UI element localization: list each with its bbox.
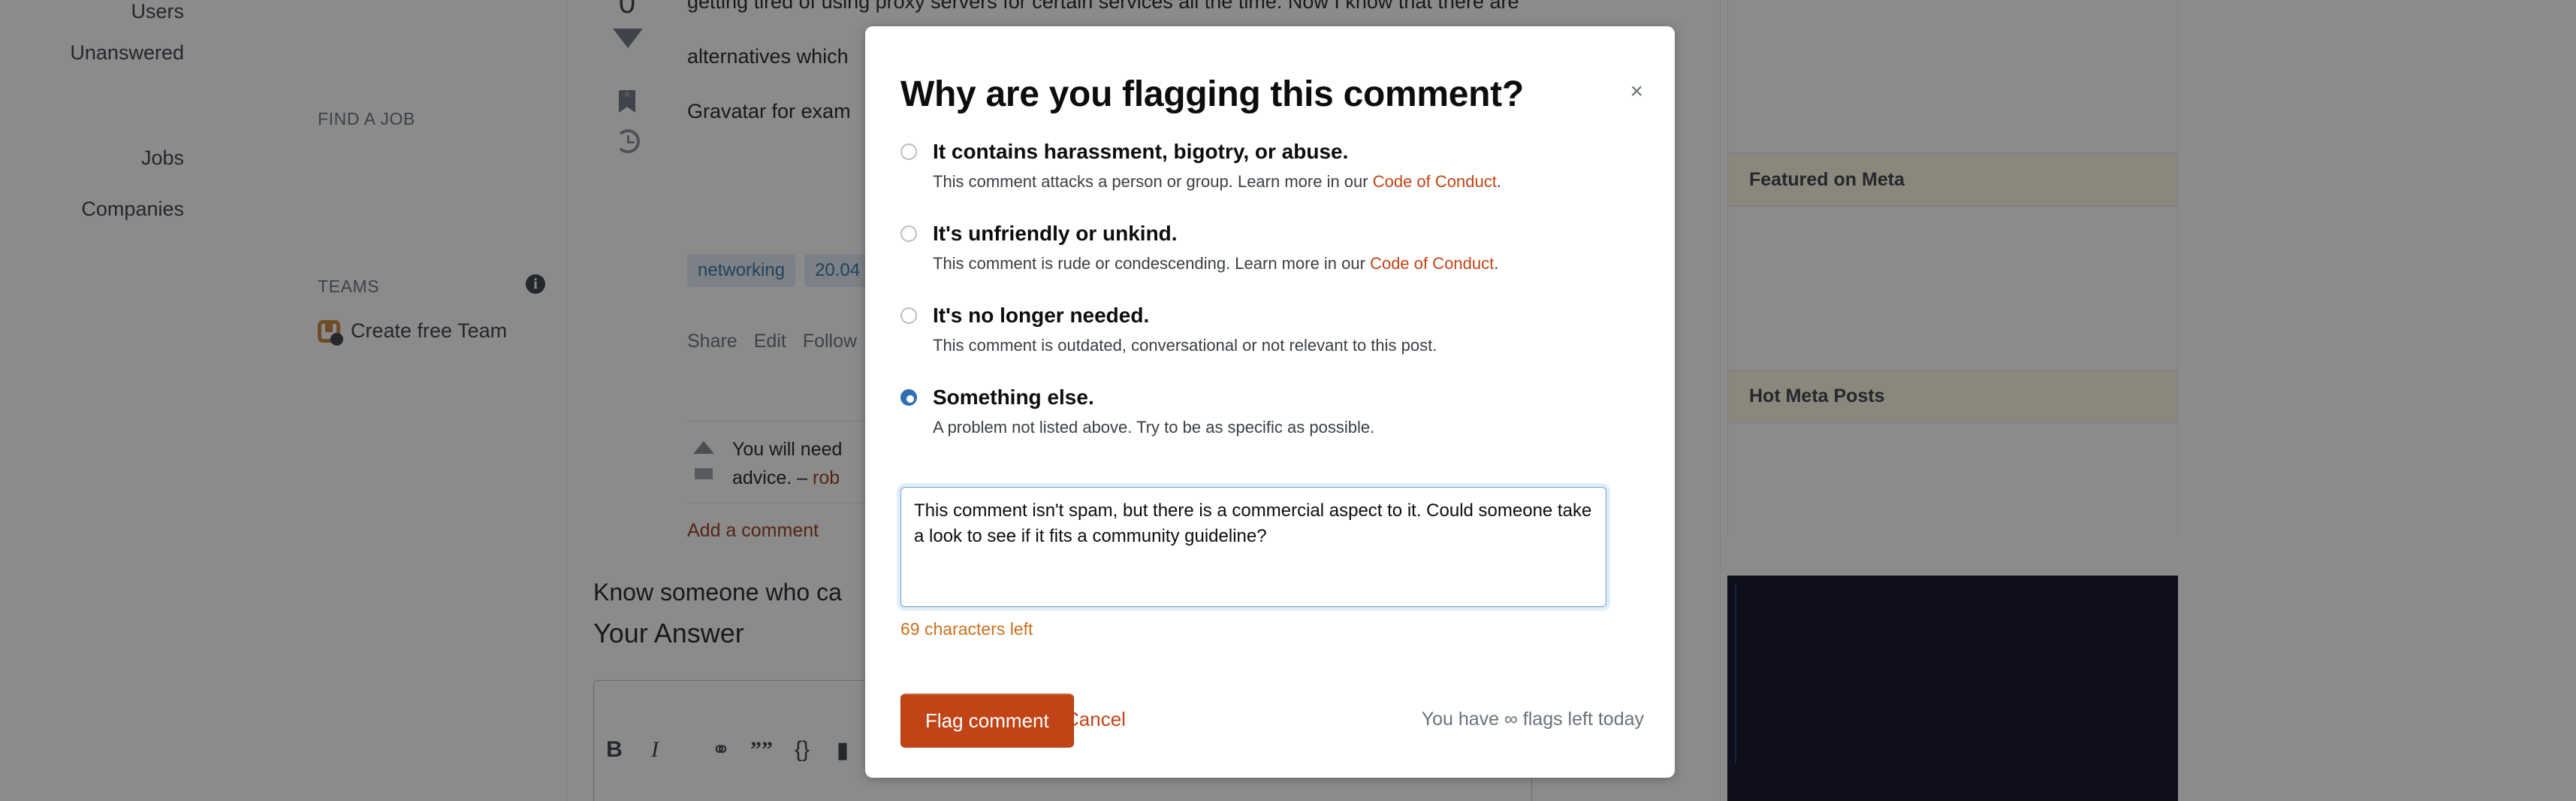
- app-root: Users Unanswered FIND A JOB Jobs Compani…: [0, 0, 2576, 801]
- flag-option-no-longer-needed[interactable]: It's no longer needed. This comment is o…: [900, 303, 1644, 356]
- option-label: It's unfriendly or unkind.: [933, 222, 1178, 245]
- desc-text: This comment attacks a person or group. …: [933, 172, 1373, 191]
- flag-option-harassment[interactable]: It contains harassment, bigotry, or abus…: [900, 139, 1644, 192]
- radio-harassment[interactable]: [900, 144, 917, 160]
- flag-option-unfriendly[interactable]: It's unfriendly or unkind. This comment …: [900, 221, 1644, 274]
- option-label: It contains harassment, bigotry, or abus…: [933, 140, 1349, 163]
- option-description: This comment attacks a person or group. …: [933, 171, 1644, 192]
- radio-no-longer-needed[interactable]: [900, 307, 917, 324]
- flag-reason-textarea[interactable]: [900, 487, 1606, 607]
- option-description: This comment is rude or condescending. L…: [933, 253, 1644, 274]
- option-description: This comment is outdated, conversational…: [933, 336, 1437, 355]
- option-label: Something else.: [933, 385, 1094, 409]
- dialog-title: Why are you flagging this comment?: [900, 74, 1524, 114]
- flag-comment-dialog: × Why are you flagging this comment? It …: [865, 26, 1675, 778]
- cancel-button[interactable]: Cancel: [1065, 708, 1126, 731]
- desc-period: .: [1494, 254, 1499, 273]
- flag-option-something-else[interactable]: Something else. A problem not listed abo…: [900, 385, 1644, 438]
- radio-unfriendly[interactable]: [900, 225, 917, 242]
- close-icon[interactable]: ×: [1630, 80, 1643, 103]
- flag-reason-options: It contains harassment, bigotry, or abus…: [900, 139, 1644, 438]
- dialog-footer: Flag comment Cancel You have ∞ flags lef…: [900, 694, 1644, 748]
- flags-left-status: You have ∞ flags left today: [1421, 709, 1644, 730]
- flag-comment-button[interactable]: Flag comment: [900, 694, 1074, 748]
- option-description: A problem not listed above. Try to be as…: [933, 418, 1375, 437]
- characters-left-counter: 69 characters left: [900, 619, 1033, 639]
- desc-period: .: [1496, 172, 1501, 191]
- radio-something-else[interactable]: [900, 389, 917, 406]
- code-of-conduct-link[interactable]: Code of Conduct: [1370, 254, 1494, 273]
- option-label: It's no longer needed.: [933, 304, 1150, 327]
- desc-text: This comment is rude or condescending. L…: [933, 254, 1371, 273]
- code-of-conduct-link[interactable]: Code of Conduct: [1373, 172, 1497, 191]
